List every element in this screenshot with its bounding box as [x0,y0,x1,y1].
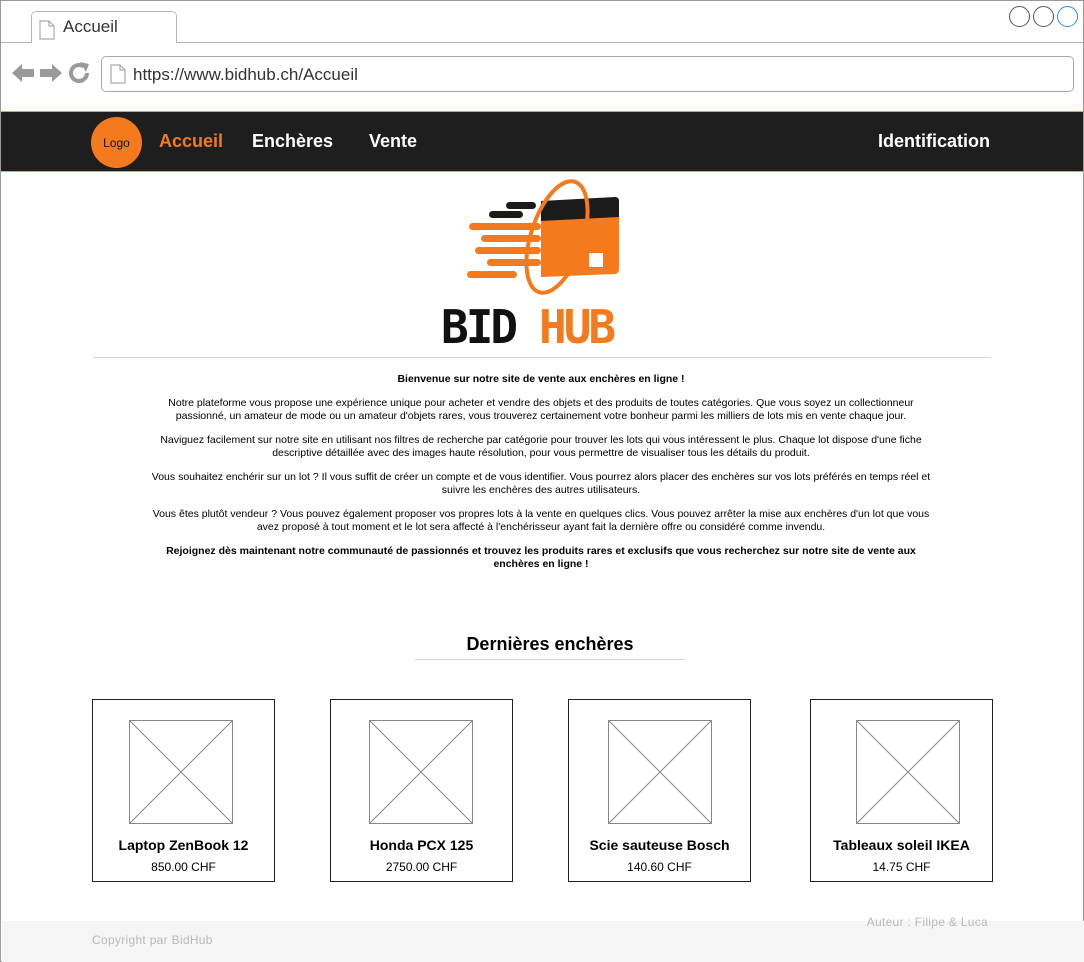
window-controls [1009,6,1078,27]
intro-paragraph: Vous êtes plutôt vendeur ? Vous pouvez é… [152,508,930,533]
browser-nav-buttons [11,61,91,85]
browser-tab[interactable]: Accueil [31,11,177,43]
site-logo[interactable]: Logo [91,117,142,168]
back-arrow-icon[interactable] [11,62,35,84]
nav-link-identification[interactable]: Identification [878,131,990,152]
latest-auctions-title: Dernières enchères [466,634,634,654]
tab-title: Accueil [63,17,118,36]
maximize-button[interactable] [1033,6,1054,27]
auction-card[interactable]: Scie sauteuse Bosch 140.60 CHF [568,699,751,882]
reload-icon[interactable] [67,61,91,85]
auction-card-price: 2750.00 CHF [385,860,458,874]
auction-card-title: Scie sauteuse Bosch [589,837,730,853]
intro-headline: Bienvenue sur notre site de vente aux en… [397,373,685,385]
svg-text:HUB: HUB [539,300,615,353]
minimize-button[interactable] [1009,6,1030,27]
hero-divider [93,357,991,358]
auction-card[interactable]: Honda PCX 125 2750.00 CHF [330,699,513,882]
image-placeholder-icon [129,720,233,824]
svg-text:BID: BID [441,300,516,353]
site-navbar: Logo Accueil Enchères Vente Identificati… [1,111,1083,172]
auction-card-title: Laptop ZenBook 12 [118,837,249,853]
footer-author: Auteur : Filipe & Luca [866,915,988,929]
close-button[interactable] [1057,6,1078,27]
nav-link-accueil[interactable]: Accueil [159,131,223,152]
section-divider [415,659,685,660]
image-placeholder-icon [369,720,473,824]
nav-link-encheres[interactable]: Enchères [252,131,333,152]
nav-link-vente[interactable]: Vente [369,131,417,152]
browser-window: Accueil https://www.bidhub.ch/Accueil Lo… [0,0,1084,962]
bidhub-hero-logo: BID HUB [421,177,661,354]
document-icon [110,64,126,89]
auction-card-price: 14.75 CHF [872,860,931,874]
auction-card-title: Honda PCX 125 [369,837,474,853]
address-bar[interactable]: https://www.bidhub.ch/Accueil [101,56,1074,92]
auction-card-price: 140.60 CHF [627,860,692,874]
auction-card-title: Tableaux soleil IKEA [833,837,970,853]
image-placeholder-icon [608,720,712,824]
logo-label: Logo [103,135,130,150]
footer-copyright: Copyright par BidHub [92,933,213,947]
image-placeholder-icon [856,720,960,824]
intro-text: Bienvenue sur notre site de vente aux en… [151,373,931,582]
forward-arrow-icon[interactable] [39,62,63,84]
auction-card-price: 850.00 CHF [151,860,216,874]
intro-paragraph: Notre plateforme vous propose une expéri… [168,397,914,422]
document-icon [39,20,55,45]
bidhub-wordmark: BID HUB [441,300,618,354]
auction-card[interactable]: Laptop ZenBook 12 850.00 CHF [92,699,275,882]
intro-paragraph: Naviguez facilement sur notre site en ut… [160,434,922,459]
intro-closing: Rejoignez dès maintenant notre communaut… [166,545,916,570]
credit-card-icon [467,179,619,295]
address-url: https://www.bidhub.ch/Accueil [133,65,358,84]
intro-paragraph: Vous souhaitez enchérir sur un lot ? Il … [151,471,931,496]
auction-card[interactable]: Tableaux soleil IKEA 14.75 CHF [810,699,993,882]
